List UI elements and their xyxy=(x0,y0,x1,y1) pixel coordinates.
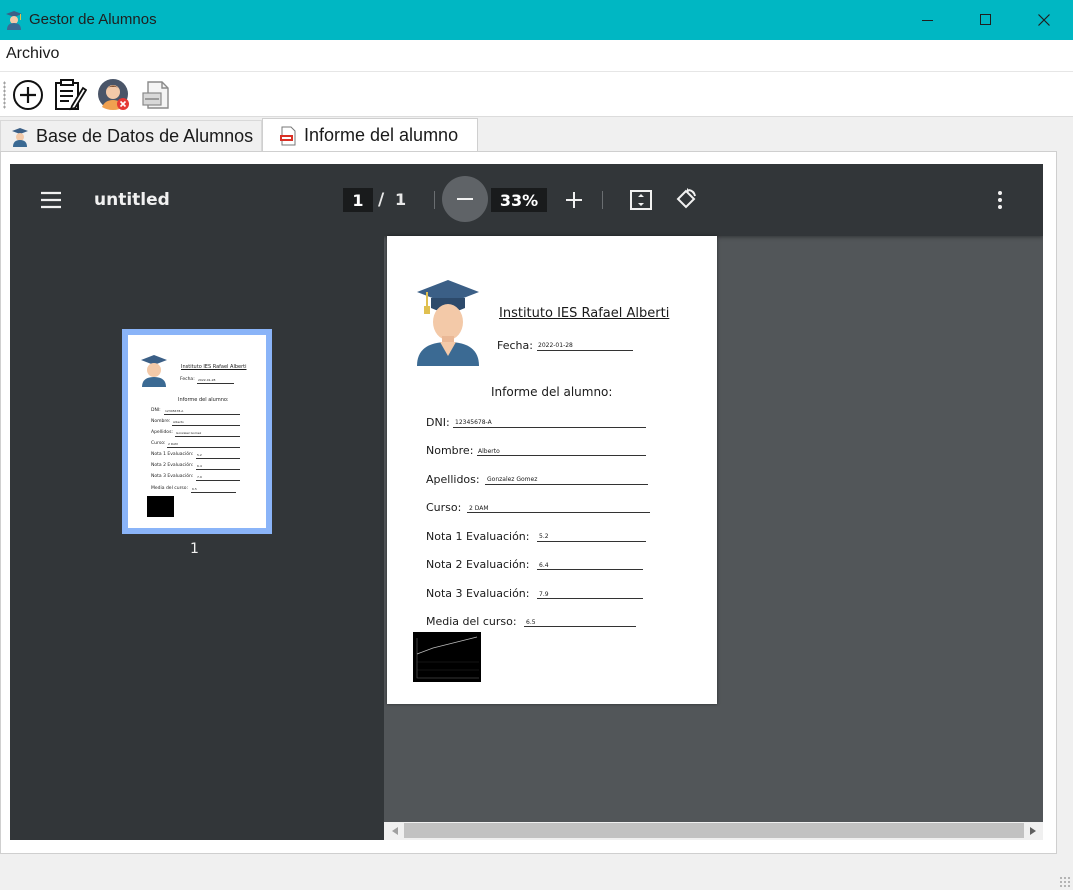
fit-page-button[interactable] xyxy=(629,188,653,212)
thumb-heading: Informe del alumno: xyxy=(178,397,229,403)
scrollbar-thumb[interactable] xyxy=(404,823,1024,838)
toolbar xyxy=(0,71,1073,117)
zoom-out-button[interactable] xyxy=(442,176,488,222)
scroll-left-button[interactable] xyxy=(386,822,404,840)
more-options-button[interactable] xyxy=(990,188,1010,212)
page-thumbnail[interactable]: Instituto IES Rafael Alberti Fecha: 2022… xyxy=(122,329,272,534)
pdf-page: Instituto IES Rafael Alberti Fecha: 2022… xyxy=(387,236,717,704)
toolbar-divider xyxy=(434,191,435,209)
graduate-app-icon xyxy=(6,11,22,30)
thumb-date-label: Fecha: xyxy=(180,377,195,382)
page-separator: / xyxy=(378,190,385,210)
chevron-right-icon xyxy=(1030,827,1036,835)
close-button[interactable] xyxy=(1015,0,1073,40)
field-media-value: 6.5 xyxy=(526,619,536,626)
toolbar-grip[interactable] xyxy=(3,81,6,109)
field-dni-value: 12345678-A xyxy=(455,419,492,426)
field-nota1-value: 5.2 xyxy=(539,533,549,540)
menu-button[interactable] xyxy=(38,188,64,212)
add-student-button[interactable] xyxy=(11,78,45,112)
thumbnail-page-number: 1 xyxy=(190,541,199,557)
rotate-icon xyxy=(676,188,696,209)
report-date-value: 2022-01-28 xyxy=(538,342,573,349)
field-nota1-label: Nota 1 Evaluación: xyxy=(426,530,530,543)
field-curso-value: 2 DAM xyxy=(469,505,489,512)
hamburger-icon xyxy=(41,191,61,209)
thumb-date-value: 2022-01-28 xyxy=(198,378,216,382)
field-apellidos-label: Apellidos: xyxy=(426,473,480,486)
toolbar-divider xyxy=(602,191,603,209)
edit-document-icon xyxy=(55,79,87,111)
report-date-label: Fecha: xyxy=(497,339,533,352)
maximize-button[interactable] xyxy=(957,0,1015,40)
field-nota2-label: Nota 2 Evaluación: xyxy=(426,558,530,571)
pdf-toolbar: untitled 1 / 1 33% xyxy=(10,164,1043,236)
field-nombre-label: Nombre: xyxy=(426,444,474,457)
thumb-chart-image xyxy=(147,496,174,517)
maximize-icon xyxy=(980,14,991,25)
title-bar[interactable]: Gestor de Alumnos xyxy=(0,0,1073,40)
field-nota3-label: Nota 3 Evaluación: xyxy=(426,587,530,600)
more-vertical-icon xyxy=(998,191,1002,209)
tab-informe[interactable]: Informe del alumno xyxy=(262,118,478,152)
rotate-button[interactable] xyxy=(674,187,698,211)
thumbnail-page: Instituto IES Rafael Alberti Fecha: 2022… xyxy=(128,335,266,528)
add-circle-icon xyxy=(13,80,43,110)
report-institute: Instituto IES Rafael Alberti xyxy=(499,306,670,321)
chevron-left-icon xyxy=(392,827,398,835)
delete-student-button[interactable] xyxy=(97,78,131,112)
menu-bar: Archivo xyxy=(0,40,1073,71)
tab-base-datos[interactable]: Base de Datos de Alumnos xyxy=(0,120,262,152)
report-heading: Informe del alumno: xyxy=(491,385,613,399)
pdf-icon xyxy=(280,126,296,145)
field-apellidos-value: Gonzalez Gomez xyxy=(487,476,538,483)
thumbnail-sidebar: Instituto IES Rafael Alberti Fecha: 2022… xyxy=(10,236,384,840)
minus-icon xyxy=(457,198,473,200)
scroll-right-button[interactable] xyxy=(1024,822,1042,840)
close-icon xyxy=(1038,14,1050,26)
minimize-button[interactable] xyxy=(899,0,957,40)
graduate-icon xyxy=(417,280,479,366)
edit-student-button[interactable] xyxy=(53,78,87,112)
menu-archivo[interactable]: Archivo xyxy=(6,45,59,63)
minimize-icon xyxy=(922,20,933,21)
tab-base-datos-label: Base de Datos de Alumnos xyxy=(36,126,254,146)
window-title: Gestor de Alumnos xyxy=(29,11,157,28)
thumb-institute: Instituto IES Rafael Alberti xyxy=(181,364,247,370)
status-bar xyxy=(0,856,1073,890)
graduate-icon xyxy=(141,355,167,387)
page-total: 1 xyxy=(395,190,407,209)
report-button[interactable] xyxy=(139,78,173,112)
plus-icon xyxy=(566,192,582,208)
field-nota3-value: 7.9 xyxy=(539,591,549,598)
resize-grip[interactable] xyxy=(1059,876,1071,888)
fit-page-icon xyxy=(630,190,652,210)
field-nota2-value: 6.4 xyxy=(539,562,549,569)
chart-image xyxy=(413,632,481,682)
zoom-in-button[interactable] xyxy=(562,188,586,212)
field-curso-label: Curso: xyxy=(426,501,462,514)
pdf-viewer: untitled 1 / 1 33% Instituto IES Rafael … xyxy=(10,164,1043,840)
field-nombre-value: Alberto xyxy=(478,448,500,455)
delete-user-icon xyxy=(98,79,129,110)
report-icon xyxy=(142,81,169,109)
document-title: untitled xyxy=(94,190,170,210)
tab-strip: Base de Datos de Alumnos Informe del alu… xyxy=(0,118,1073,152)
field-dni-label: DNI: xyxy=(426,416,450,429)
field-media-label: Media del curso: xyxy=(426,615,517,628)
app-window: Gestor de Alumnos Archivo Base de Datos … xyxy=(0,0,1073,890)
horizontal-scrollbar[interactable] xyxy=(384,822,1043,840)
zoom-level-input[interactable]: 33% xyxy=(491,188,547,212)
student-icon xyxy=(12,127,28,147)
tab-informe-label: Informe del alumno xyxy=(304,125,459,145)
page-number-input[interactable]: 1 xyxy=(343,188,373,212)
